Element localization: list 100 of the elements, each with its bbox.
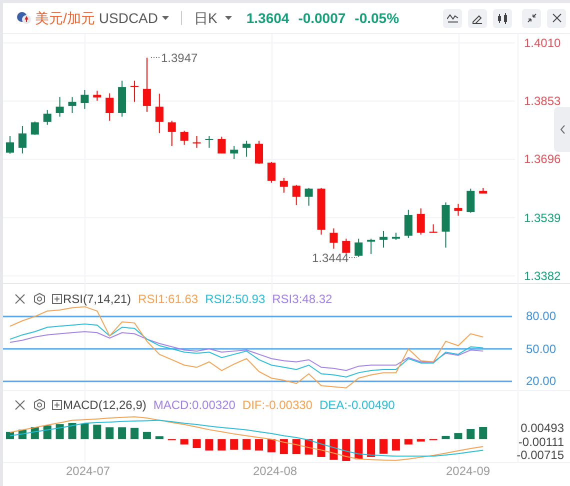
- candlestick: [267, 161, 276, 184]
- histogram-bar: [367, 439, 376, 457]
- histogram-bar: [292, 439, 300, 454]
- candlestick: [304, 187, 313, 206]
- histogram-bar: [255, 439, 263, 450]
- histogram-bar: [130, 428, 138, 440]
- histogram-bar: [155, 436, 164, 440]
- axis-label: 20.00: [526, 374, 556, 388]
- candlestick: [255, 140, 263, 164]
- candlestick: [155, 93, 164, 134]
- close-icon[interactable]: [15, 400, 25, 410]
- candlestick: [280, 177, 288, 194]
- candlestick: [18, 126, 26, 154]
- expand-icon[interactable]: [52, 294, 62, 304]
- histogram-bar: [192, 439, 201, 448]
- expand-icon[interactable]: [52, 400, 62, 410]
- candlestick-button[interactable]: [493, 8, 512, 28]
- axis-label: 80.00: [526, 309, 556, 324]
- candlestick: [30, 121, 39, 136]
- histogram-bar: [404, 439, 412, 444]
- indicator-button[interactable]: [443, 8, 462, 28]
- candlestick-icon: [496, 12, 508, 24]
- histogram-bar: [142, 432, 151, 440]
- price-change: -0.0007: [298, 8, 346, 28]
- leader-line: [348, 257, 358, 258]
- candlestick: [404, 209, 412, 238]
- histogram-bar: [342, 439, 350, 461]
- histogram-bar: [267, 439, 276, 452]
- histogram-bar: [454, 433, 462, 440]
- candlestick: [392, 232, 400, 240]
- interval-label[interactable]: 日K: [194, 8, 218, 28]
- axis-label: 1.4010: [524, 36, 561, 50]
- candlestick: [230, 146, 238, 160]
- close-icon: [552, 13, 562, 23]
- legend-label: RSI3:48.32: [272, 291, 332, 308]
- close-button[interactable]: [547, 8, 566, 28]
- candlestick: [342, 238, 350, 254]
- candlestick: [442, 202, 450, 248]
- legend-label: DIF:-0.00330: [242, 397, 312, 414]
- caret-icon[interactable]: [225, 16, 232, 20]
- histogram-bar: [242, 439, 251, 450]
- pencil-icon: [472, 12, 483, 24]
- date-label: 2024-09: [446, 464, 490, 478]
- candlestick: [180, 130, 188, 146]
- candlestick: [106, 92, 114, 122]
- candlestick: [416, 208, 425, 236]
- legend-label: MACD:0.00320: [153, 397, 236, 414]
- axis-label: 1.3696: [524, 152, 561, 166]
- collapse-button[interactable]: [522, 8, 541, 28]
- candlestick: [454, 203, 462, 216]
- candlestick: [80, 90, 89, 110]
- candlestick: [466, 188, 475, 214]
- pencil-button[interactable]: [468, 8, 487, 28]
- caret-icon[interactable]: [162, 16, 170, 20]
- candlestick: [130, 80, 138, 102]
- candlestick: [6, 136, 14, 154]
- candlestick: [68, 96, 76, 114]
- price-value: 1.3604: [246, 8, 290, 28]
- candlestick: [292, 184, 300, 206]
- histogram-bar: [118, 427, 126, 440]
- candlestick: [367, 238, 376, 254]
- date-label: 2024-07: [66, 464, 110, 478]
- histogram-bar: [416, 439, 425, 442]
- axis-label: -0.00111: [518, 434, 564, 449]
- candlestick: [118, 80, 126, 118]
- histogram-bar: [56, 424, 64, 440]
- axis-label: 0.00493: [520, 421, 564, 436]
- leader-line: [150, 57, 160, 58]
- axis-label: 50.00: [526, 342, 556, 356]
- candlestick: [192, 136, 201, 148]
- axis-label: 1.3539: [524, 210, 561, 225]
- candlestick: [168, 120, 176, 147]
- low-price-label: 1.3444: [312, 251, 349, 265]
- axis-label: -0.00715: [516, 448, 564, 462]
- line-chart-icon: [446, 13, 458, 23]
- settings-icon[interactable]: [34, 293, 45, 305]
- candlestick: [380, 230, 388, 248]
- candlestick: [479, 187, 488, 194]
- legend-label: RSI2:50.93: [205, 291, 266, 308]
- axis-label: 1.3853: [524, 94, 561, 108]
- settings-icon[interactable]: [34, 399, 45, 411]
- candlestick: [142, 57, 151, 112]
- candlestick: [242, 140, 251, 158]
- histogram-bar: [180, 439, 188, 444]
- percent-change: -0.05%: [354, 8, 400, 28]
- axis-label: 1.3382: [524, 268, 561, 283]
- candlestick: [43, 110, 52, 126]
- close-icon[interactable]: [15, 294, 25, 304]
- histogram-bar: [479, 427, 488, 440]
- symbol-label[interactable]: USDCAD: [98, 8, 158, 28]
- candlestick: [317, 187, 326, 236]
- indicator-title: RSI(7,14,21): [63, 291, 132, 308]
- histogram-bar: [106, 427, 114, 440]
- histogram-bar: [80, 423, 89, 440]
- high-price-label: 1.3947: [161, 51, 198, 65]
- candlestick: [205, 136, 214, 148]
- collapse-icon: [526, 13, 536, 23]
- histogram-bar: [392, 439, 400, 450]
- legend-label: DEA:-0.00490: [319, 397, 395, 414]
- legend-label: RSI1:61.63: [138, 291, 198, 308]
